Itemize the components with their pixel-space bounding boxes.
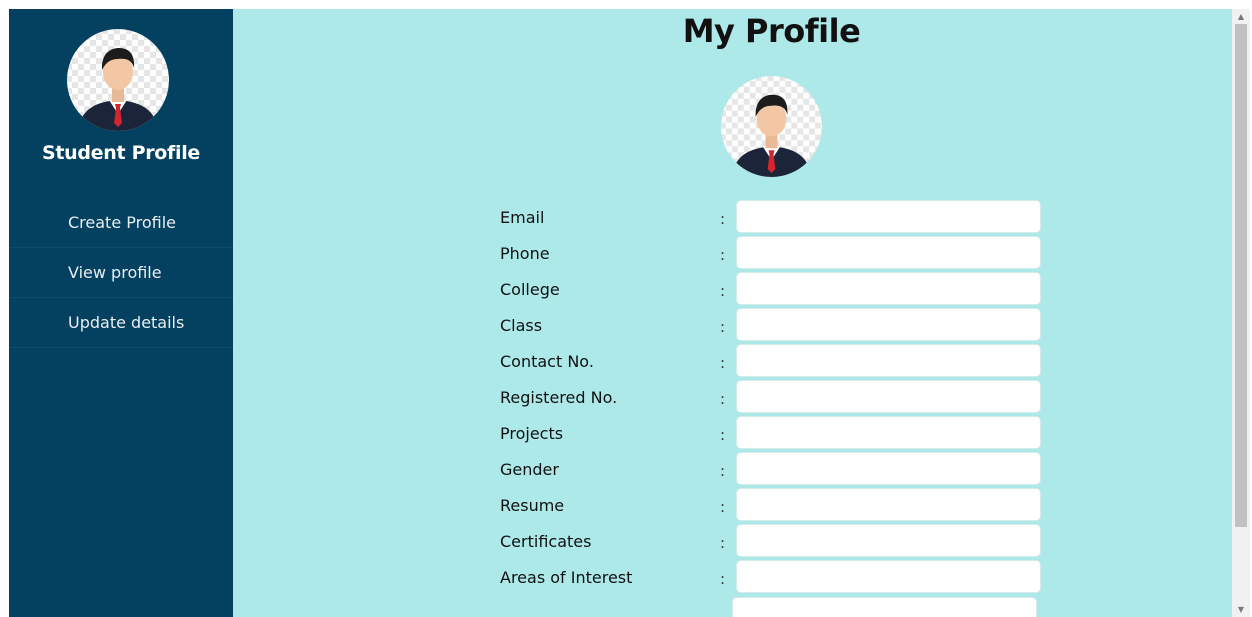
contact-no-field[interactable]: [736, 344, 1041, 377]
separator-colon: :: [720, 498, 726, 516]
sidebar-item-view-profile[interactable]: View profile: [9, 248, 233, 298]
form-row-phone: Phone :: [233, 236, 1232, 280]
separator-colon: :: [720, 462, 726, 480]
separator-colon: :: [720, 570, 726, 588]
app-frame: Student Profile Create Profile View prof…: [9, 9, 1232, 617]
form-row-college: College :: [233, 272, 1232, 316]
sidebar-item-create-profile[interactable]: Create Profile: [9, 198, 233, 248]
form-row-gender: Gender :: [233, 452, 1232, 496]
certificates-label: Certificates: [500, 532, 592, 551]
user-avatar-icon: [67, 29, 169, 131]
page-scrollbar[interactable]: ▲ ▼: [1232, 9, 1250, 617]
sidebar: Student Profile Create Profile View prof…: [9, 9, 233, 617]
sidebar-item-update-details[interactable]: Update details: [9, 298, 233, 348]
form-row-resume: Resume :: [233, 488, 1232, 532]
separator-colon: :: [720, 282, 726, 300]
resume-label: Resume: [500, 496, 565, 515]
projects-field[interactable]: [736, 416, 1041, 449]
college-field[interactable]: [736, 272, 1041, 305]
scrollbar-thumb[interactable]: [1235, 24, 1247, 527]
college-label: College: [500, 280, 560, 299]
separator-colon: :: [720, 210, 726, 228]
registered-no-field[interactable]: [736, 380, 1041, 413]
form-row-certificates: Certificates :: [233, 524, 1232, 568]
separator-colon: :: [720, 246, 726, 264]
areas-of-interest-label: Areas of Interest: [500, 568, 633, 587]
separator-colon: :: [720, 354, 726, 372]
scroll-up-arrow-icon[interactable]: ▲: [1232, 9, 1250, 24]
class-label: Class: [500, 316, 543, 335]
separator-colon: :: [720, 318, 726, 336]
separator-colon: :: [720, 534, 726, 552]
phone-field[interactable]: [736, 236, 1041, 269]
gender-label: Gender: [500, 460, 559, 479]
sidebar-nav: Create Profile View profile Update detai…: [9, 198, 233, 348]
class-field[interactable]: [736, 308, 1041, 341]
separator-colon: :: [720, 390, 726, 408]
gender-field[interactable]: [736, 452, 1041, 485]
form-row-email: Email :: [233, 200, 1232, 244]
user-avatar-icon: [720, 75, 823, 178]
separator-colon: :: [720, 426, 726, 444]
areas-of-interest-field[interactable]: [736, 560, 1041, 593]
form-row-registered-no: Registered No. :: [233, 380, 1232, 424]
profile-main: My Profile Email : Phone: College: Cla…: [233, 9, 1232, 617]
email-label: Email: [500, 208, 545, 227]
email-field[interactable]: [736, 200, 1041, 233]
resume-field[interactable]: [736, 488, 1041, 521]
registered-no-label: Registered No.: [500, 388, 618, 407]
certificates-field[interactable]: [736, 524, 1041, 557]
projects-label: Projects: [500, 424, 564, 443]
contact-no-label: Contact No.: [500, 352, 594, 371]
page-title: My Profile: [682, 12, 861, 50]
phone-label: Phone: [500, 244, 550, 263]
sidebar-title: Student Profile: [41, 142, 201, 164]
scroll-down-arrow-icon[interactable]: ▼: [1232, 602, 1250, 617]
partial-input-box[interactable]: [732, 597, 1037, 617]
form-row-contact-no: Contact No. :: [233, 344, 1232, 388]
form-row-class: Class :: [233, 308, 1232, 352]
form-row-projects: Projects :: [233, 416, 1232, 460]
